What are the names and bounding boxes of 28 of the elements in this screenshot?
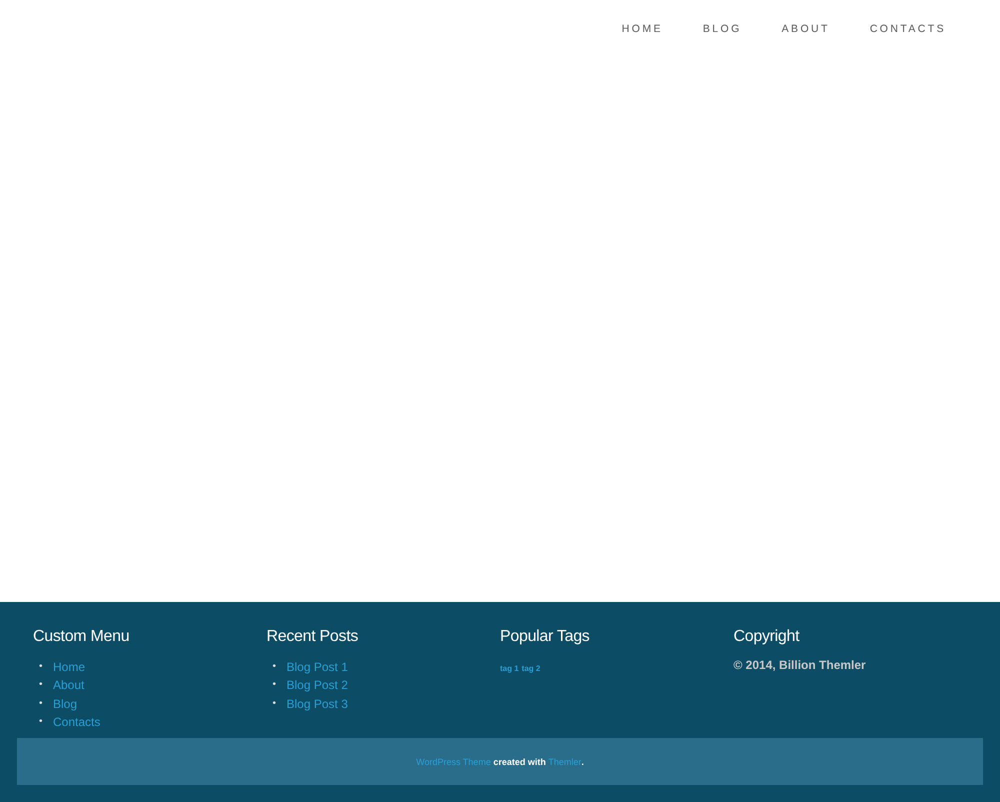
bullet-text: • [39,696,44,711]
theme-link[interactable]: WordPress Theme [416,756,491,766]
footer-link[interactable]: Home [53,658,86,676]
credit-text: WordPress Theme created with Themler. [416,756,584,766]
column-heading: Custom Menu [33,628,130,646]
nav-link[interactable]: BLOG [702,18,742,38]
bullet-text: • [39,678,44,692]
bullet-text: • [272,696,278,711]
footer-link[interactable]: Blog Post 2 [286,676,348,695]
nav-link[interactable]: ABOUT [782,18,830,38]
bullet-text: • [39,714,44,729]
nav-link[interactable]: CONTACTS [870,18,946,38]
column-heading: Popular Tags [500,628,590,646]
bullet-text: • [39,660,44,674]
column-heading: Copyright [734,628,800,646]
bullet-text: • [272,678,278,692]
tag-link[interactable]: tag 1 [500,664,519,673]
bullet-text: • [272,660,278,674]
footer-link[interactable]: Contacts [53,712,100,732]
themler-link[interactable]: Themler [548,756,582,766]
nav-link[interactable]: HOME [622,18,663,38]
column-heading: Recent Posts [266,628,358,646]
tag-link[interactable]: tag 2 [522,664,540,673]
footer-link[interactable]: Blog Post 1 [286,658,348,676]
footer-link[interactable]: Blog [53,694,78,713]
footer-link[interactable]: Blog Post 3 [286,694,348,713]
copyright-text: © 2014, Billion Themler [734,658,866,672]
footer-link[interactable]: About [53,676,84,695]
